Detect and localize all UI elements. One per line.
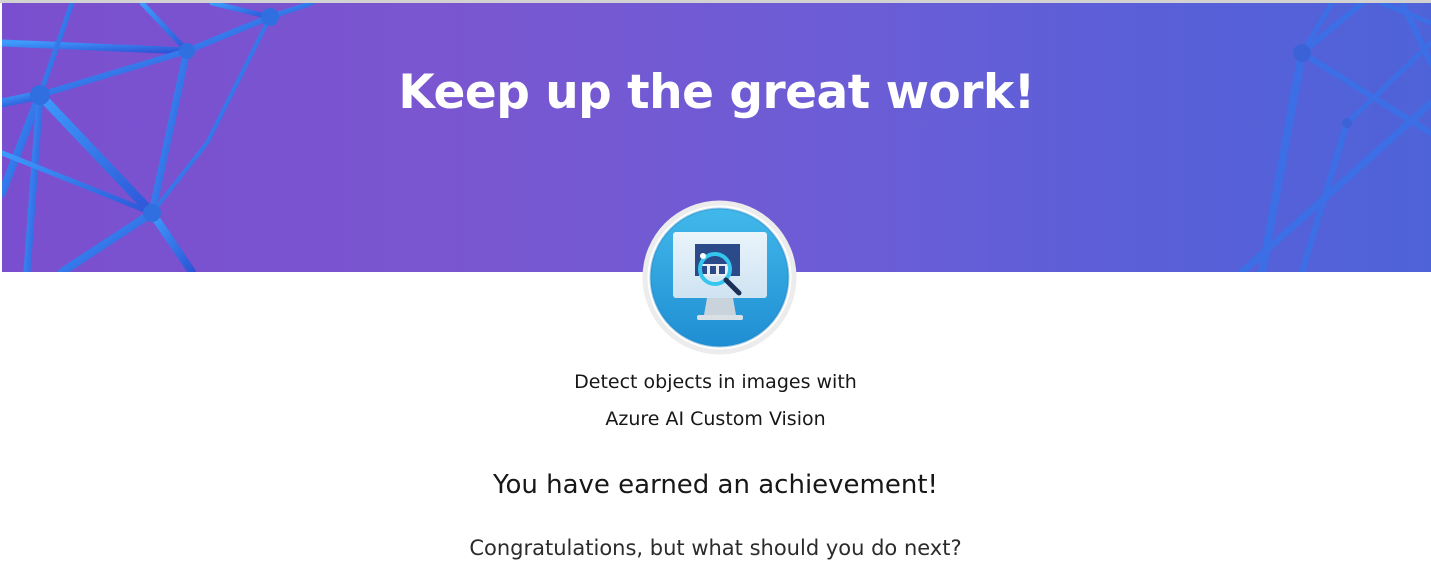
module-title: Detect objects in images with Azure AI C…: [0, 364, 1431, 438]
achievement-page: Keep up the great work! Detect objects i…: [0, 0, 1431, 582]
next-steps-text: Congratulations, but what should you do …: [469, 536, 962, 560]
achievement-badge: [641, 199, 798, 356]
module-title-line-1: Detect objects in images with: [574, 371, 857, 393]
custom-vision-monitor-icon: [642, 200, 797, 355]
banner-title: Keep up the great work!: [398, 65, 1035, 120]
achievement-heading: You have earned an achievement!: [493, 470, 938, 500]
module-title-line-2: Azure AI Custom Vision: [605, 408, 826, 430]
